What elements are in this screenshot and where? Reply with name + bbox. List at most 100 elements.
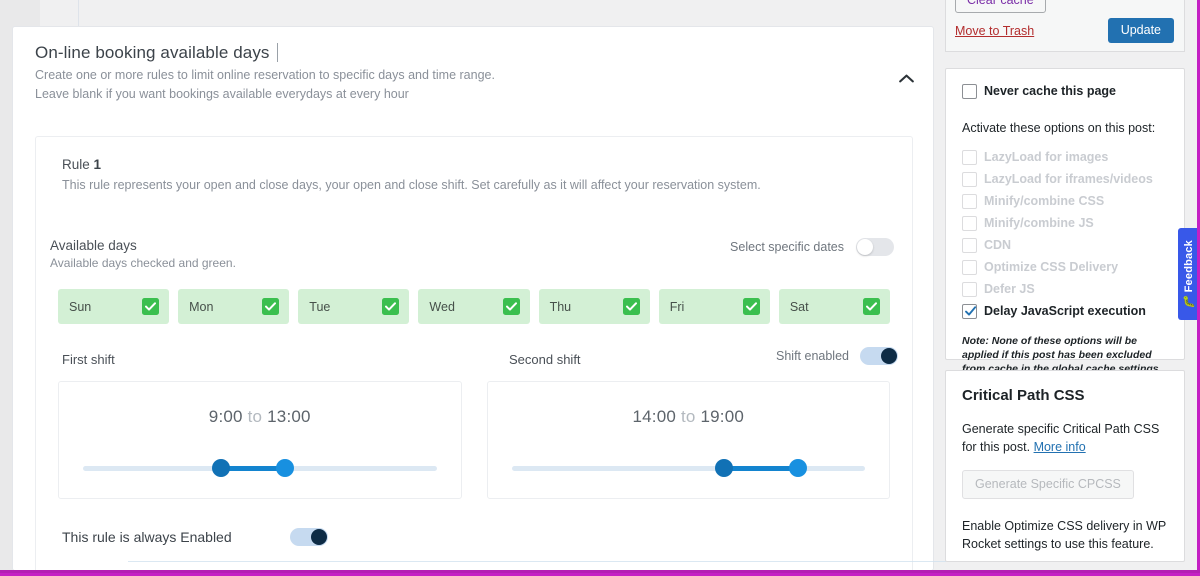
slider-selected-range xyxy=(723,466,799,471)
first-shift-label: First shift xyxy=(62,352,115,367)
text-cursor xyxy=(276,43,278,62)
cdn-checkbox[interactable] xyxy=(962,238,977,253)
second-shift-separator: to xyxy=(680,407,696,426)
page-title: On-line booking available days xyxy=(35,43,270,62)
option-row-cdn[interactable]: CDN xyxy=(962,237,1168,253)
more-info-link[interactable]: More info xyxy=(1034,440,1086,454)
first-shift-end: 13:00 xyxy=(267,407,311,426)
critical-path-css-title: Critical Path CSS xyxy=(962,387,1085,404)
bug-icon: 🐛 xyxy=(1182,295,1196,308)
toggle-knob xyxy=(310,529,327,545)
slider-track[interactable] xyxy=(511,466,865,471)
optimize-css-delivery-checkbox[interactable] xyxy=(962,260,977,275)
rule-number: 1 xyxy=(93,157,102,172)
minify-css-checkbox[interactable] xyxy=(962,194,977,209)
lazyload-images-checkbox[interactable] xyxy=(962,150,977,165)
day-label: Sat xyxy=(789,299,809,314)
shift-enabled-label: Shift enabled xyxy=(776,349,849,363)
option-row-delay-js-execution[interactable]: Delay JavaScript execution xyxy=(962,303,1168,319)
admin-bar-bottom xyxy=(0,570,1200,576)
available-days-row: Available days Available days checked an… xyxy=(36,238,912,270)
check-icon[interactable] xyxy=(382,298,400,315)
slider-handle-end[interactable] xyxy=(275,459,294,477)
lazyload-iframes-checkbox[interactable] xyxy=(962,172,977,187)
day-chip-tue[interactable]: Tue xyxy=(298,289,410,324)
day-chip-sat[interactable]: Sat xyxy=(778,289,890,324)
option-row-optimize-css-delivery[interactable]: Optimize CSS Delivery xyxy=(962,259,1168,275)
card-header: On-line booking available days Create on… xyxy=(13,27,933,110)
never-cache-checkbox[interactable] xyxy=(962,84,977,99)
day-chip-fri[interactable]: Fri xyxy=(658,289,770,324)
shift-boxes: 9:00 to 13:00 14:00 to 19:00 xyxy=(36,381,912,499)
slider-handle-end[interactable] xyxy=(789,459,808,477)
day-label: Thu xyxy=(549,299,572,314)
day-label: Sun xyxy=(69,299,92,314)
update-button[interactable]: Update xyxy=(1107,18,1174,43)
check-icon[interactable] xyxy=(742,298,760,315)
option-label: Delay JavaScript execution xyxy=(984,304,1146,318)
toggle-knob xyxy=(881,348,897,364)
day-chip-wed[interactable]: Wed xyxy=(418,289,530,324)
first-shift-slider[interactable] xyxy=(59,459,461,477)
critical-path-css-footer: Enable Optimize CSS delivery in WP Rocke… xyxy=(962,519,1167,551)
first-shift-separator: to xyxy=(247,407,263,426)
second-shift-slider[interactable] xyxy=(488,459,890,477)
day-label: Fri xyxy=(669,299,685,314)
option-row-lazyload-images[interactable]: LazyLoad for images xyxy=(962,149,1168,165)
second-shift-time: 14:00 to 19:00 xyxy=(632,407,744,427)
generate-cpcss-button[interactable]: Generate Specific CPCSS xyxy=(962,470,1134,499)
select-specific-dates-toggle[interactable] xyxy=(856,238,894,256)
delay-js-execution-checkbox[interactable] xyxy=(962,304,977,319)
day-label: Tue xyxy=(309,299,331,314)
day-chip-thu[interactable]: Thu xyxy=(538,289,650,324)
publish-box: Clear cache Move to Trash Update xyxy=(945,0,1185,52)
slider-handle-start[interactable] xyxy=(212,459,231,477)
check-icon[interactable] xyxy=(262,298,280,315)
option-label: CDN xyxy=(984,238,1012,252)
never-cache-label: Never cache this page xyxy=(984,84,1117,98)
always-enabled-row: This rule is always Enabled xyxy=(62,528,328,546)
option-label: Minify/combine CSS xyxy=(984,194,1105,208)
move-to-trash-link[interactable]: Move to Trash xyxy=(955,24,1034,38)
critical-path-css-box: Critical Path CSS Generate specific Crit… xyxy=(945,370,1185,562)
panel-divider xyxy=(128,561,946,562)
never-cache-row[interactable]: Never cache this page xyxy=(962,83,1168,99)
check-icon[interactable] xyxy=(502,298,520,315)
day-label: Mon xyxy=(189,299,214,314)
critical-path-css-description: Generate specific Critical Path CSS for … xyxy=(962,420,1168,456)
first-shift-start: 9:00 xyxy=(208,407,243,426)
check-icon[interactable] xyxy=(142,298,160,315)
chevron-up-icon[interactable] xyxy=(893,65,919,91)
defer-js-checkbox[interactable] xyxy=(962,282,977,297)
option-row-minify-css[interactable]: Minify/combine CSS xyxy=(962,193,1168,209)
booking-days-card: On-line booking available days Create on… xyxy=(12,26,946,571)
day-chip-mon[interactable]: Mon xyxy=(178,289,290,324)
option-row-defer-js[interactable]: Defer JS xyxy=(962,281,1168,297)
select-specific-dates-label: Select specific dates xyxy=(730,240,844,254)
activate-options-text: Activate these options on this post: xyxy=(962,121,1156,135)
option-label: Optimize CSS Delivery xyxy=(984,260,1119,274)
clear-cache-button[interactable]: Clear cache xyxy=(955,0,1046,13)
always-enabled-toggle[interactable] xyxy=(289,528,328,546)
card-subtitle-line-1: Create one or more rules to limit online… xyxy=(35,68,495,82)
option-label: LazyLoad for images xyxy=(984,150,1109,164)
shift-enabled-toggle[interactable] xyxy=(860,347,898,365)
second-shift-label: Second shift xyxy=(509,352,581,367)
feedback-label: Feedback xyxy=(1183,240,1195,293)
check-icon[interactable] xyxy=(622,298,640,315)
check-icon[interactable] xyxy=(862,298,880,315)
slider-handle-start[interactable] xyxy=(714,459,733,477)
rule-description: This rule represents your open and close… xyxy=(62,178,761,192)
rule-label: Rule xyxy=(62,157,94,172)
available-days-list: Sun Mon Tue Wed Thu Fri Sat xyxy=(36,289,912,324)
minify-js-checkbox[interactable] xyxy=(962,216,977,231)
rule-panel: Rule 1 This rule represents your open an… xyxy=(35,136,946,570)
card-subtitle-line-2: Leave blank if you want bookings availab… xyxy=(35,87,409,101)
day-chip-sun[interactable]: Sun xyxy=(58,289,170,324)
option-label: LazyLoad for iframes/videos xyxy=(984,172,1153,186)
option-row-lazyload-iframes[interactable]: LazyLoad for iframes/videos xyxy=(962,171,1168,187)
wp-rocket-options-box: Never cache this page Activate these opt… xyxy=(945,68,1185,375)
second-shift-end: 19:00 xyxy=(700,407,745,426)
option-row-minify-js[interactable]: Minify/combine JS xyxy=(962,215,1168,231)
second-shift-box: 14:00 to 19:00 xyxy=(486,381,890,499)
